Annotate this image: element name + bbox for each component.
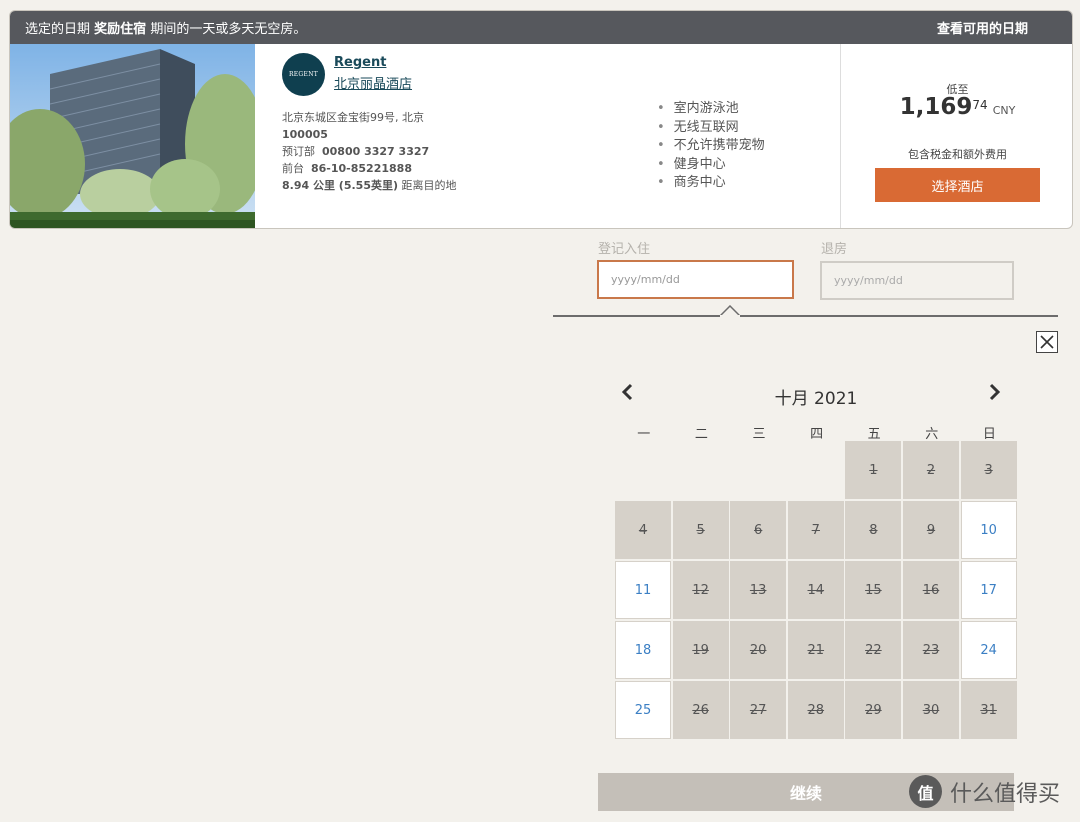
calendar-day: 16 [903, 561, 959, 619]
calendar-day: 20 [730, 621, 787, 679]
amenity-item: 不允许携带宠物 [657, 137, 765, 156]
watermark-text: 什么值得买 [950, 781, 1061, 807]
hotel-photo [10, 44, 255, 228]
calendar-day[interactable]: 11 [615, 561, 671, 619]
weekday-label: 六 [925, 427, 939, 442]
calendar-day: 30 [903, 681, 959, 739]
calendar-month-title: 十月 2021 [774, 389, 858, 409]
hotel-address-block: 北京东城区金宝街99号, 北京 100005 预订部 00800 3327 33… [282, 109, 482, 194]
price-currency: CNY [992, 104, 1016, 117]
checkout-label: 退房 [821, 242, 848, 257]
weekday-label: 三 [752, 427, 766, 442]
calendar-day: 22 [845, 621, 902, 679]
price-decimal: 74 [972, 98, 988, 112]
reservation-line: 预订部 00800 3327 3327 [282, 145, 430, 158]
calendar-day: 1 [845, 441, 902, 499]
weekday-label: 一 [637, 427, 651, 442]
calendar-day: 21 [787, 621, 844, 679]
calendar-day: 8 [845, 501, 902, 559]
weekday-label: 五 [867, 427, 881, 442]
weekday-label: 四 [810, 427, 824, 442]
calendar-day[interactable]: 24 [960, 621, 1017, 679]
calendar-day: 19 [672, 621, 729, 679]
datepicker-divider [553, 315, 1058, 317]
calendar-day: 14 [787, 561, 844, 619]
notice-prefix: 选定的日期 [25, 22, 91, 37]
amenities-list: 室内游泳池 无线互联网 不允许携带宠物 健身中心 商务中心 [657, 100, 765, 193]
availability-notice-bar: 选定的日期 奖励住宿 期间的一天或多天无空房。 查看可用的日期 [10, 11, 1072, 44]
checkin-date-input[interactable]: yyyy/mm/dd [597, 260, 794, 299]
hotel-logo: REGENT [282, 53, 325, 96]
hotel-card: 选定的日期 奖励住宿 期间的一天或多天无空房。 查看可用的日期 REGENT R… [9, 10, 1073, 229]
close-icon[interactable] [1036, 331, 1058, 353]
frontdesk-line: 前台 86-10-85221888 [282, 162, 412, 175]
calendar-day: 9 [903, 501, 959, 559]
hotel-brand-link[interactable]: Regent [334, 55, 386, 70]
distance-line: 8.94 公里 (5.55英里) 距离目的地 [282, 179, 457, 192]
calendar-day: 15 [845, 561, 902, 619]
calendar-day: 7 [787, 501, 844, 559]
calendar-day: 3 [960, 441, 1017, 499]
checkin-label: 登记入住 [598, 242, 651, 257]
calendar-day[interactable]: 10 [960, 501, 1017, 559]
tax-note: 包含税金和额外费用 [908, 148, 1007, 161]
calendar-day: 5 [672, 501, 729, 559]
amenity-item: 健身中心 [657, 156, 765, 175]
calendar-day: 28 [787, 681, 844, 739]
amenity-item: 室内游泳池 [657, 100, 765, 119]
amenity-item: 无线互联网 [657, 119, 765, 138]
calendar-day[interactable]: 18 [615, 621, 671, 679]
calendar-day: 26 [672, 681, 729, 739]
view-available-dates-link[interactable]: 查看可用的日期 [937, 18, 1028, 37]
chevron-left-icon[interactable] [620, 382, 634, 408]
price-integer: 1,169 [899, 94, 973, 120]
calendar-day: 31 [960, 681, 1017, 739]
calendar-day: 13 [730, 561, 787, 619]
calendar-weekdays: 一 二 三 四 五 六 日 [615, 423, 1018, 442]
calendar-day[interactable]: 17 [960, 561, 1017, 619]
calendar-day: 4 [615, 501, 671, 559]
weekday-label: 日 [982, 427, 996, 442]
calendar-day: 2 [903, 441, 959, 499]
select-hotel-button[interactable]: 选择酒店 [875, 168, 1040, 202]
address-line-2: 100005 [282, 128, 328, 141]
chevron-right-icon[interactable] [988, 382, 1002, 408]
amenity-item: 商务中心 [657, 174, 765, 193]
address-line-1: 北京东城区金宝街99号, 北京 [282, 111, 424, 124]
notice-bold: 奖励住宿 [94, 22, 147, 37]
watermark-logo-icon: 值 [909, 775, 942, 808]
notice-suffix: 期间的一天或多天无空房。 [150, 22, 307, 37]
divider-notch [720, 305, 740, 317]
calendar-day: 27 [730, 681, 787, 739]
weekday-label: 二 [694, 427, 708, 442]
price-value: 1,16974 CNY [841, 94, 1072, 120]
site-watermark: 值 什么值得买 [909, 775, 1060, 808]
hotel-name-link[interactable]: 北京丽晶酒店 [334, 73, 412, 92]
calendar-day[interactable]: 25 [615, 681, 671, 739]
calendar-day: 12 [672, 561, 729, 619]
calendar-day: 6 [730, 501, 787, 559]
calendar-day: 23 [903, 621, 959, 679]
availability-notice: 选定的日期 奖励住宿 期间的一天或多天无空房。 [25, 18, 306, 37]
price-box: 低至 1,16974 CNY 包含税金和额外费用 选择酒店 [840, 44, 1072, 228]
calendar-day: 29 [845, 681, 902, 739]
checkout-date-input[interactable]: yyyy/mm/dd [820, 261, 1014, 300]
